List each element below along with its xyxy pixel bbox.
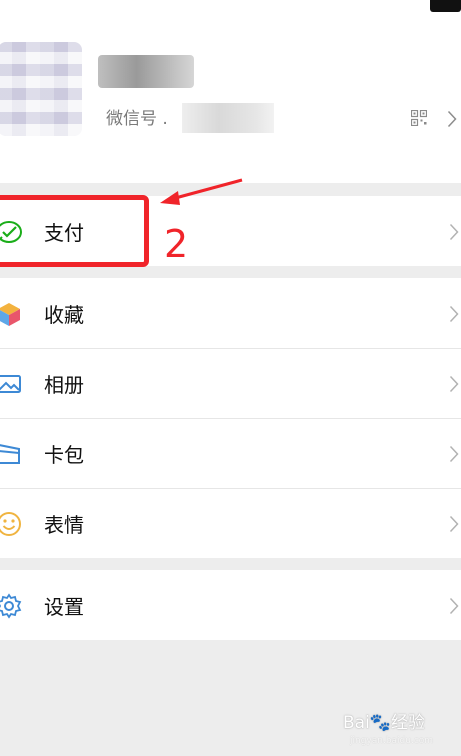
qr-code-icon[interactable] (411, 110, 427, 126)
nickname-blurred (98, 55, 194, 88)
chevron-right-icon (449, 515, 459, 533)
menu-item-cards-label: 卡包 (44, 443, 84, 467)
watermark: Bai🐾经验 (343, 713, 425, 733)
menu-item-stickers[interactable]: 表情 (0, 488, 461, 558)
menu-item-favorites-label: 收藏 (44, 303, 84, 327)
menu-item-stickers-label: 表情 (44, 513, 84, 537)
profile-header[interactable]: 微信号 . (0, 0, 461, 183)
gear-icon (0, 593, 22, 619)
annotation-arrow-icon (160, 178, 243, 205)
chevron-right-icon (449, 445, 459, 463)
wechat-id-blurred (182, 103, 274, 133)
step-number: 2 (164, 222, 189, 266)
favorites-cube-icon (0, 303, 20, 326)
avatar[interactable] (0, 42, 82, 136)
features-group: 收藏 相册 卡包 表情 (0, 278, 461, 558)
highlight-box (0, 195, 149, 267)
settings-group: 设置 (0, 570, 461, 640)
chevron-right-icon (447, 110, 457, 128)
chevron-right-icon (449, 597, 459, 615)
menu-item-album-label: 相册 (44, 373, 84, 397)
menu-item-cards[interactable]: 卡包 (0, 418, 461, 488)
menu-item-settings-label: 设置 (44, 595, 84, 619)
album-icon (0, 375, 21, 393)
status-corner-icon (430, 0, 461, 12)
menu-item-favorites[interactable]: 收藏 (0, 278, 461, 348)
chevron-right-icon (449, 223, 459, 241)
card-wallet-icon (0, 444, 20, 464)
smiley-icon (0, 512, 21, 536)
menu-item-album[interactable]: 相册 (0, 348, 461, 418)
chevron-right-icon (449, 375, 459, 393)
wechat-id-label: 微信号 . (106, 109, 168, 129)
chevron-right-icon (449, 305, 459, 323)
watermark-sub: jingyan.baidu.com (350, 736, 434, 746)
menu-item-settings[interactable]: 设置 (0, 570, 461, 640)
